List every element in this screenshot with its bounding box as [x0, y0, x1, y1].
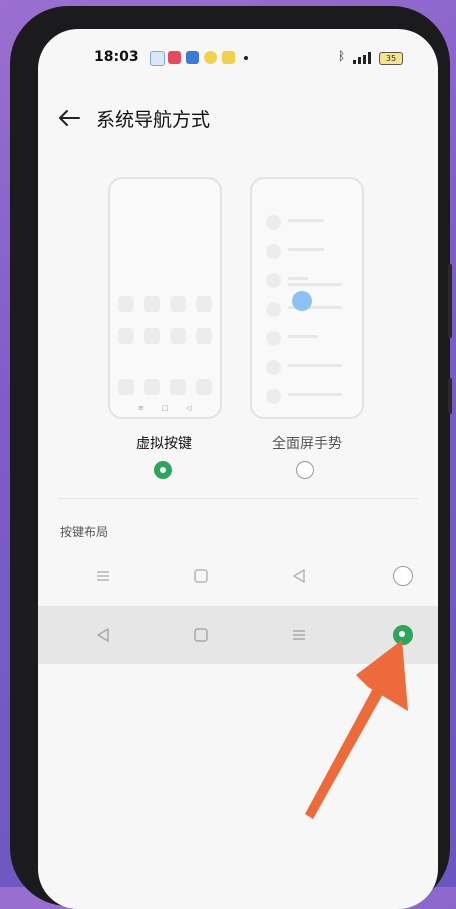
weibo-icon	[204, 51, 217, 64]
app-placeholder	[170, 379, 186, 395]
battery-icon: 35	[379, 52, 403, 65]
mini-back-icon: ◁	[186, 404, 192, 412]
side-button	[448, 378, 452, 414]
list-placeholder-line	[288, 219, 324, 222]
app-placeholder	[144, 296, 160, 312]
app-placeholder	[118, 379, 134, 395]
list-placeholder-line	[288, 393, 342, 396]
home-square-icon	[194, 628, 208, 642]
mini-home-icon: □	[162, 404, 169, 412]
app-placeholder	[196, 379, 212, 395]
key-layout-radio-2[interactable]	[393, 625, 413, 645]
list-placeholder-icon	[266, 331, 281, 346]
blue-app-icon	[186, 51, 199, 64]
status-bar: 18:03 ᛒ 35	[38, 47, 438, 69]
menu-icon	[97, 571, 109, 581]
key-layout-option-2[interactable]	[38, 606, 438, 664]
list-placeholder-icon	[266, 215, 281, 230]
option-label-gestures[interactable]: 全面屏手势	[272, 433, 342, 453]
page-title: 系统导航方式	[96, 109, 211, 131]
gestures-radio[interactable]	[296, 461, 314, 479]
menu-icon	[293, 630, 305, 640]
option-label-virtual-keys[interactable]: 虚拟按键	[136, 433, 192, 453]
bluetooth-icon: ᛒ	[338, 49, 346, 63]
gesture-preview[interactable]	[250, 177, 364, 419]
list-placeholder-line	[288, 335, 318, 338]
list-placeholder-icon	[266, 302, 281, 317]
back-arrow-icon[interactable]	[58, 109, 80, 127]
list-placeholder-icon	[266, 360, 281, 375]
section-label-key-layout: 按键布局	[60, 525, 109, 539]
status-time: 18:03	[94, 49, 139, 65]
home-square-icon	[194, 569, 208, 583]
more-notifications-dot	[244, 56, 248, 60]
app-notify-icon	[150, 51, 165, 66]
mini-menu-icon: ≡	[138, 404, 144, 412]
list-placeholder-line	[288, 248, 324, 251]
side-button	[448, 264, 452, 338]
app-placeholder	[144, 379, 160, 395]
yellow-app-icon	[222, 51, 235, 64]
red-app-icon	[168, 51, 181, 64]
list-placeholder-icon	[266, 273, 281, 288]
list-placeholder-line	[288, 277, 308, 280]
screen: 18:03 ᛒ 35 系统导航方式 ≡ □ ◁ 虚拟按键 全面屏手势 按键布局	[38, 29, 438, 909]
virtual-keys-radio[interactable]	[154, 461, 172, 479]
signal-icon	[353, 52, 371, 64]
list-placeholder-icon	[266, 244, 281, 259]
app-placeholder	[170, 328, 186, 344]
back-triangle-icon	[293, 569, 305, 583]
list-placeholder-icon	[266, 389, 281, 404]
annotation-arrow	[305, 640, 408, 819]
app-placeholder	[196, 328, 212, 344]
app-placeholder	[144, 328, 160, 344]
key-layout-radio-1[interactable]	[393, 566, 413, 586]
virtual-keys-preview[interactable]: ≡ □ ◁	[108, 177, 222, 419]
list-placeholder-line	[288, 364, 342, 367]
key-layout-option-1[interactable]	[38, 547, 438, 605]
phone-frame: 18:03 ᛒ 35 系统导航方式 ≡ □ ◁ 虚拟按键 全面屏手势 按键布局	[10, 6, 452, 909]
app-placeholder	[118, 296, 134, 312]
gesture-touch-dot	[292, 291, 312, 311]
app-placeholder	[118, 328, 134, 344]
list-placeholder-line	[288, 283, 342, 286]
app-placeholder	[170, 296, 186, 312]
divider	[58, 498, 418, 499]
back-triangle-icon	[97, 628, 109, 642]
app-placeholder	[196, 296, 212, 312]
